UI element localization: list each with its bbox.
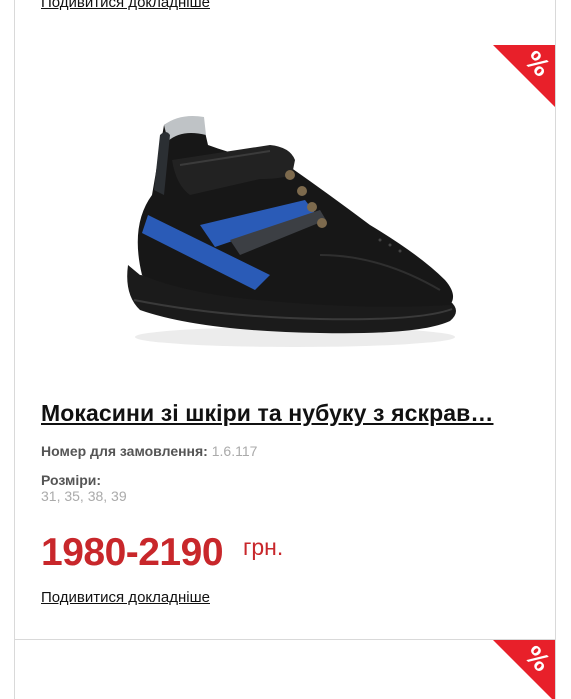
order-number: Номер для замовлення: 1.6.117 [41,443,257,459]
price-currency: грн. [243,534,284,560]
order-number-value: 1.6.117 [211,443,258,459]
shoe-product-image[interactable] [120,105,465,355]
card-border-right [555,0,556,699]
previous-details-link[interactable]: Подивитися докладніше [41,0,210,11]
sizes-value: 31, 35, 38, 39 [41,488,127,504]
product-price: 1980-2190 [41,531,224,574]
product-title-link[interactable]: Мокасини зі шкіри та нубуку з яскрав… [41,400,541,427]
sizes-label: Розміри: [41,472,102,488]
next-product-card[interactable]: % [15,640,555,699]
order-number-label: Номер для замовлення: [41,443,208,459]
sale-badge: % [493,640,555,699]
sale-badge: % [493,45,555,107]
product-card[interactable]: % Мокасини зі шкіри та нубуку з яскрав… … [15,45,555,639]
details-link[interactable]: Подивитися докладніше [41,589,210,606]
previous-product-card: Подивитися докладніше [15,0,555,45]
